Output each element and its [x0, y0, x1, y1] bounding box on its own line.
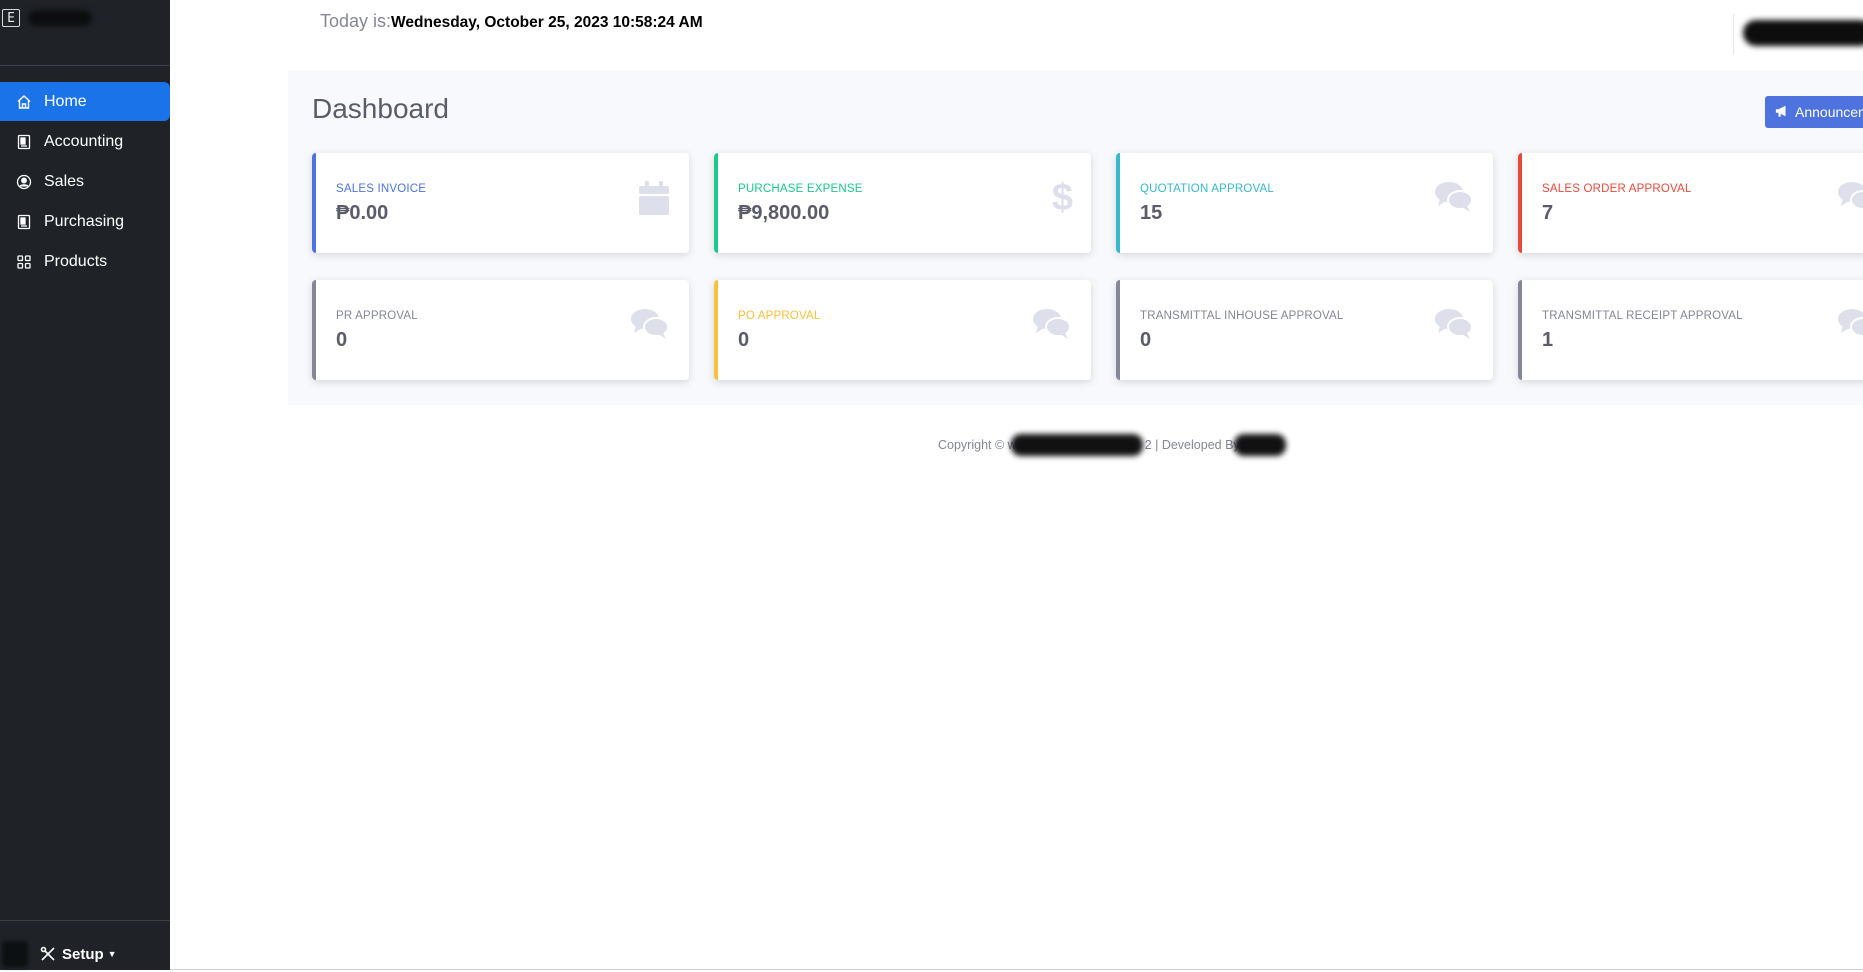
main-content: Dashboard Announcem SALES INVOICE ₱0.00 …: [288, 71, 1863, 405]
brand[interactable]: E: [0, 7, 92, 29]
dollar-icon: $: [1051, 177, 1073, 219]
card-sales-order-approval[interactable]: SALES ORDER APPROVAL 7: [1518, 153, 1863, 253]
setup-label: Setup: [62, 945, 104, 963]
megaphone-icon: [1775, 104, 1789, 121]
card-accent: [714, 153, 718, 253]
card-accent: [714, 280, 718, 380]
home-icon: [14, 92, 34, 112]
sidebar-item-products[interactable]: Products: [0, 242, 170, 281]
card-accent: [1116, 153, 1120, 253]
card-sales-invoice[interactable]: SALES INVOICE ₱0.00: [312, 153, 689, 253]
comments-icon: [631, 308, 669, 345]
tools-icon: [40, 946, 56, 962]
page-bottom-border: [170, 969, 1863, 970]
sidebar-item-accounting[interactable]: Accounting: [0, 122, 170, 161]
comments-icon: [1435, 308, 1473, 345]
card-accent: [312, 280, 316, 380]
footer-copyright-suffix: 2 | Developed By: [1144, 438, 1240, 452]
card-quotation-approval[interactable]: QUOTATION APPROVAL 15: [1116, 153, 1493, 253]
announcement-button[interactable]: Announcem: [1765, 96, 1863, 128]
calendar-icon: [639, 181, 669, 220]
sidebar-item-sales[interactable]: Sales: [0, 162, 170, 201]
sidebar-item-label: Home: [44, 92, 87, 110]
sidebar-nav: Home Accounting Sales Purchasing Product…: [0, 82, 170, 282]
caret-down-icon: ▼: [107, 949, 117, 959]
comments-icon: [1435, 181, 1473, 218]
card-label: SALES ORDER APPROVAL: [1542, 183, 1692, 195]
company-name-redacted: [1010, 434, 1143, 456]
card-value: ₱9,800.00: [738, 202, 830, 224]
ledger-icon: [14, 132, 34, 152]
sidebar-item-purchasing[interactable]: Purchasing: [0, 202, 170, 241]
comments-icon: [1838, 308, 1863, 345]
sidebar-item-label: Purchasing: [44, 212, 125, 230]
card-accent: [312, 153, 316, 253]
card-label: SALES INVOICE: [336, 183, 427, 195]
brand-logo: E: [2, 9, 20, 27]
header-divider: [1733, 14, 1734, 54]
comments-icon: [1033, 308, 1071, 345]
card-accent: [1518, 280, 1522, 380]
card-label: PO APPROVAL: [738, 310, 821, 322]
card-value: 15: [1140, 202, 1163, 224]
user-menu-redacted[interactable]: [1743, 20, 1863, 46]
sidebar-item-label: Accounting: [44, 132, 124, 150]
card-value: 0: [738, 329, 750, 351]
comments-icon: [1838, 181, 1863, 218]
announcement-button-label: Announcem: [1795, 104, 1863, 120]
grid-icon: [14, 252, 34, 272]
sidebar-divider: [0, 65, 170, 66]
ledger-icon: [14, 212, 34, 232]
sidebar-divider: [0, 920, 170, 921]
card-po-approval[interactable]: PO APPROVAL 0: [714, 280, 1091, 380]
card-transmittal-inhouse-approval[interactable]: TRANSMITTAL INHOUSE APPROVAL 0: [1116, 280, 1493, 380]
card-accent: [1518, 153, 1522, 253]
card-label: QUOTATION APPROVAL: [1140, 183, 1274, 195]
card-accent: [1116, 280, 1120, 380]
developer-name-redacted[interactable]: [1233, 434, 1286, 456]
card-label: PR APPROVAL: [336, 310, 418, 322]
card-value: 1: [1542, 329, 1554, 351]
current-datetime: Today is:Wednesday, October 25, 2023 10:…: [320, 9, 720, 35]
card-transmittal-receipt-approval[interactable]: TRANSMITTAL RECEIPT APPROVAL 1: [1518, 280, 1863, 380]
user-circle-icon: [14, 172, 34, 192]
avatar: [2, 941, 28, 967]
card-value: 0: [336, 329, 348, 351]
card-label: PURCHASE EXPENSE: [738, 183, 863, 195]
card-value: 7: [1542, 202, 1554, 224]
page-title: Dashboard: [312, 93, 449, 124]
card-value: ₱0.00: [336, 202, 389, 224]
today-value: Wednesday, October 25, 2023 10:58:24 AM: [391, 14, 703, 31]
footer: Copyright © w 2 | Developed By: [938, 434, 1286, 456]
sidebar-item-label: Sales: [44, 172, 85, 190]
setup-menu[interactable]: Setup ▼: [0, 940, 117, 968]
sidebar-item-home[interactable]: Home: [0, 82, 170, 121]
today-label: Today is:: [320, 11, 392, 31]
footer-copyright-prefix: Copyright © w: [938, 438, 1017, 452]
top-header: Today is:Wednesday, October 25, 2023 10:…: [170, 0, 1863, 71]
sidebar-item-label: Products: [44, 252, 108, 270]
brand-name-redacted: [28, 10, 92, 26]
card-pr-approval[interactable]: PR APPROVAL 0: [312, 280, 689, 380]
card-label: TRANSMITTAL INHOUSE APPROVAL: [1140, 310, 1344, 322]
sidebar: E Home Accounting Sales Purchasing Produ…: [0, 0, 170, 970]
card-value: 0: [1140, 329, 1152, 351]
card-label: TRANSMITTAL RECEIPT APPROVAL: [1542, 310, 1743, 322]
card-purchase-expense[interactable]: PURCHASE EXPENSE ₱9,800.00 $: [714, 153, 1091, 253]
